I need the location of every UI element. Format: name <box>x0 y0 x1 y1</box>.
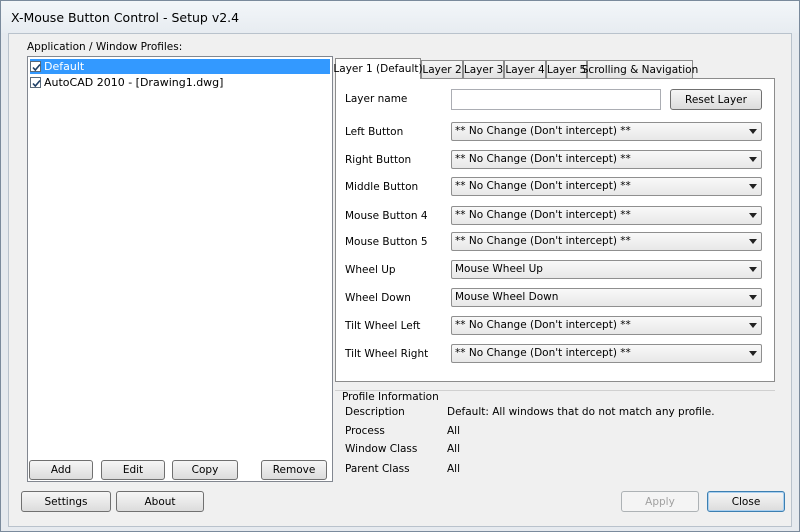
check-icon <box>32 79 41 88</box>
chevron-down-icon <box>749 267 757 272</box>
tab-layer-4[interactable]: Layer 4 <box>504 60 546 78</box>
layer-name-label: Layer name <box>345 93 408 105</box>
copy-profile-button[interactable]: Copy <box>172 460 238 480</box>
right-button-select[interactable]: ** No Change (Don't intercept) ** <box>451 150 762 169</box>
profile-parent-class-value: All <box>447 463 461 475</box>
profile-parent-class-label: Parent Class <box>345 463 410 475</box>
chevron-down-icon <box>749 213 757 218</box>
profile-window-class-value: All <box>447 443 461 455</box>
edit-profile-button[interactable]: Edit <box>101 460 165 480</box>
apply-button[interactable]: Apply <box>621 491 699 512</box>
close-button[interactable]: Close <box>707 491 785 512</box>
reset-layer-button[interactable]: Reset Layer <box>670 89 762 110</box>
mapping-label-wheel-down: Wheel Down <box>345 292 411 304</box>
profile-item-autocad[interactable]: AutoCAD 2010 - [Drawing1.dwg] <box>30 75 330 90</box>
profile-description-value: Default: All windows that do not match a… <box>447 406 715 418</box>
wheel-down-value: Mouse Wheel Down <box>455 291 559 303</box>
left-button-select[interactable]: ** No Change (Don't intercept) ** <box>451 122 762 141</box>
mapping-label-left-button: Left Button <box>345 126 404 138</box>
about-button[interactable]: About <box>116 491 204 512</box>
add-profile-button[interactable]: Add <box>29 460 93 480</box>
left-button-value: ** No Change (Don't intercept) ** <box>455 125 631 137</box>
title-bar[interactable]: X-Mouse Button Control - Setup v2.4 <box>1 1 799 33</box>
mapping-label-right-button: Right Button <box>345 154 412 166</box>
mapping-label-tilt-wheel-left: Tilt Wheel Left <box>345 320 421 332</box>
profile-autocad-checkbox[interactable] <box>30 77 41 88</box>
check-icon <box>32 63 41 72</box>
tilt-wheel-right-select[interactable]: ** No Change (Don't intercept) ** <box>451 344 762 363</box>
profile-information-group: Profile Information Description Default:… <box>335 390 775 480</box>
tab-scrolling-navigation[interactable]: Scrolling & Navigation <box>582 60 698 78</box>
mapping-label-tilt-wheel-right: Tilt Wheel Right <box>345 348 429 360</box>
tilt-wheel-left-value: ** No Change (Don't intercept) ** <box>455 319 631 331</box>
profile-window-class-label: Window Class <box>345 443 418 455</box>
middle-button-value: ** No Change (Don't intercept) ** <box>455 180 631 192</box>
right-button-value: ** No Change (Don't intercept) ** <box>455 153 631 165</box>
tab-layer-1[interactable]: Layer 1 (Default) <box>333 58 423 79</box>
tab-layer-2[interactable]: Layer 2 <box>421 60 463 78</box>
mouse-button-4-select[interactable]: ** No Change (Don't intercept) ** <box>451 206 762 225</box>
app-window: X-Mouse Button Control - Setup v2.4 Appl… <box>0 0 800 532</box>
dialog-client-area: Application / Window Profiles: Default A… <box>8 33 792 527</box>
tab-layer-3[interactable]: Layer 3 <box>463 60 504 78</box>
profile-information-title: Profile Information <box>342 391 439 403</box>
tilt-wheel-left-select[interactable]: ** No Change (Don't intercept) ** <box>451 316 762 335</box>
chevron-down-icon <box>749 239 757 244</box>
remove-profile-button[interactable]: Remove <box>261 460 327 480</box>
profiles-listbox[interactable]: Default AutoCAD 2010 - [Drawing1.dwg] <box>27 56 333 482</box>
profile-process-value: All <box>447 425 461 437</box>
layer-1-panel: Layer name Reset Layer Left Button ** No… <box>335 78 775 382</box>
profile-description-label: Description <box>345 406 405 418</box>
mouse-button-5-select[interactable]: ** No Change (Don't intercept) ** <box>451 232 762 251</box>
chevron-down-icon <box>749 184 757 189</box>
profile-item-default[interactable]: Default <box>30 59 330 74</box>
profile-process-label: Process <box>345 425 385 437</box>
window-title: X-Mouse Button Control - Setup v2.4 <box>11 10 240 25</box>
mouse-button-4-value: ** No Change (Don't intercept) ** <box>455 209 631 221</box>
profile-item-label: Default <box>44 60 85 73</box>
profile-default-checkbox[interactable] <box>30 61 41 72</box>
chevron-down-icon <box>749 351 757 356</box>
layer-name-input[interactable] <box>451 89 661 110</box>
chevron-down-icon <box>749 157 757 162</box>
mouse-button-5-value: ** No Change (Don't intercept) ** <box>455 235 631 247</box>
chevron-down-icon <box>749 323 757 328</box>
settings-button[interactable]: Settings <box>21 491 111 512</box>
wheel-up-select[interactable]: Mouse Wheel Up <box>451 260 762 279</box>
tilt-wheel-right-value: ** No Change (Don't intercept) ** <box>455 347 631 359</box>
chevron-down-icon <box>749 295 757 300</box>
mapping-label-middle-button: Middle Button <box>345 181 419 193</box>
profile-item-label: AutoCAD 2010 - [Drawing1.dwg] <box>44 76 224 89</box>
chevron-down-icon <box>749 129 757 134</box>
profiles-label: Application / Window Profiles: <box>27 41 183 53</box>
mapping-label-mouse-button-5: Mouse Button 5 <box>345 236 428 248</box>
wheel-down-select[interactable]: Mouse Wheel Down <box>451 288 762 307</box>
mapping-label-wheel-up: Wheel Up <box>345 264 396 276</box>
mapping-label-mouse-button-4: Mouse Button 4 <box>345 210 428 222</box>
wheel-up-value: Mouse Wheel Up <box>455 263 543 275</box>
middle-button-select[interactable]: ** No Change (Don't intercept) ** <box>451 177 762 196</box>
